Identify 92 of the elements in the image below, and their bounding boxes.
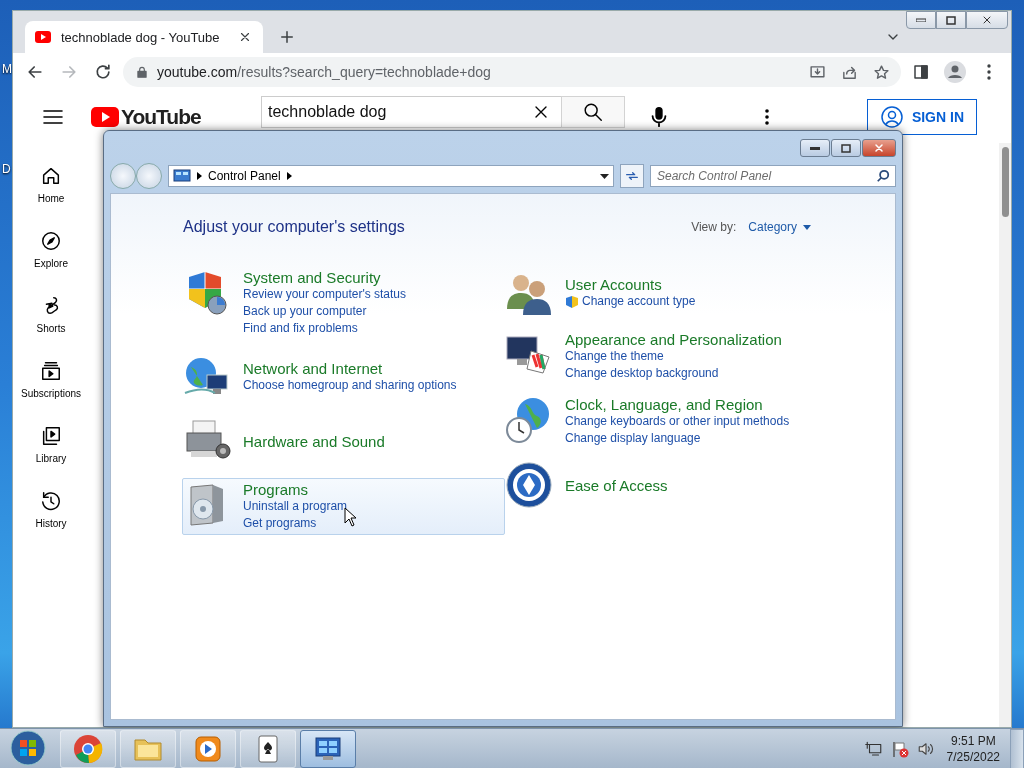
search-field[interactable]: technoblade dog: [261, 96, 625, 128]
more-icon: [765, 109, 769, 125]
history-icon: [40, 490, 62, 512]
category-highlight[interactable]: Programs Uninstall a program Get programs: [182, 478, 505, 535]
breadcrumb-arrow-icon: [286, 172, 292, 180]
maximize-button[interactable]: [936, 11, 966, 29]
close-icon: [981, 14, 993, 26]
sidebar-item[interactable]: Home: [15, 165, 87, 204]
youtube-favicon-icon: [35, 31, 51, 43]
compass-icon: [40, 230, 62, 252]
address-bar[interactable]: youtube.com/results?search_query=technoblade+dog: [123, 57, 901, 87]
refresh-button[interactable]: [620, 164, 644, 188]
media-player-icon: [193, 733, 223, 764]
control-panel-icon: [173, 169, 191, 183]
sidebar-item[interactable]: Library: [15, 425, 87, 464]
task-link[interactable]: Back up your computer: [243, 303, 407, 320]
minimize-icon: [810, 146, 820, 150]
desktop-icon-label: D: [2, 162, 11, 176]
uac-shield-icon: [565, 294, 579, 309]
account-icon: [879, 105, 904, 129]
category-link[interactable]: Appearance and Personalization: [565, 331, 782, 348]
clock[interactable]: 9:51 PM 7/25/2022: [946, 732, 1000, 765]
task-link[interactable]: Change display language: [565, 430, 790, 447]
scrollbar[interactable]: [999, 143, 1011, 727]
flag-error-icon: [890, 739, 909, 758]
category-link[interactable]: System and Security: [243, 269, 407, 286]
task-link[interactable]: Choose homegroup and sharing options: [243, 377, 457, 394]
maximize-button[interactable]: [831, 139, 861, 157]
address-bar[interactable]: Control Panel: [168, 165, 614, 187]
accessibility-icon: [505, 461, 553, 509]
close-icon: [873, 142, 885, 154]
tab-title: technoblade dog - YouTube: [61, 29, 221, 45]
side-panel-icon: [912, 63, 930, 81]
more-icon: [987, 64, 991, 80]
task-link[interactable]: Change account type: [565, 293, 696, 310]
category-link[interactable]: Clock, Language, and Region: [565, 396, 790, 413]
subscriptions-icon: [40, 360, 62, 382]
close-button[interactable]: [862, 139, 896, 157]
search-query: technoblade dog: [268, 103, 388, 121]
dropdown-arrow-icon: [803, 224, 811, 230]
start-button[interactable]: [8, 728, 48, 768]
chrome-icon: [73, 733, 103, 764]
close-button[interactable]: [966, 11, 1008, 29]
youtube-logo-icon: [91, 107, 119, 127]
lock-icon: [135, 65, 149, 79]
star-icon: [872, 63, 890, 81]
page-heading: Adjust your computer's settings: [183, 218, 406, 236]
category-link[interactable]: User Accounts: [565, 276, 696, 293]
home-icon: [40, 165, 62, 187]
network-icon: [864, 739, 883, 758]
task-link[interactable]: Review your computer's status: [243, 286, 407, 303]
view-by-dropdown[interactable]: Category: [748, 220, 811, 234]
close-icon: [238, 30, 252, 44]
minimize-icon: [916, 18, 926, 22]
library-icon: [40, 425, 62, 447]
plus-icon: [278, 28, 296, 46]
search-field[interactable]: Search Control Panel: [650, 165, 896, 187]
restore-icon: [946, 15, 956, 25]
sidebar-item[interactable]: History: [15, 490, 87, 529]
scroll-thumb[interactable]: [1001, 147, 1009, 217]
task-link[interactable]: Change the theme: [565, 348, 782, 365]
dropdown-arrow-icon: [600, 173, 609, 179]
search-icon: [582, 101, 604, 123]
search-button[interactable]: [561, 96, 625, 128]
breadcrumb-arrow-icon: [197, 172, 202, 180]
sidebar-item[interactable]: Shorts: [15, 295, 87, 334]
category-link[interactable]: Hardware and Sound: [243, 432, 385, 450]
category-link[interactable]: Programs: [243, 481, 348, 498]
maximize-icon: [841, 143, 851, 153]
category-link[interactable]: Ease of Access: [565, 476, 668, 494]
windows-orb-icon: [9, 728, 47, 767]
sign-in-button[interactable]: SIGN IN: [866, 99, 977, 135]
task-link[interactable]: Change desktop background: [565, 365, 782, 382]
profile-button[interactable]: [941, 58, 969, 86]
sidebar-item[interactable]: Subscriptions: [15, 360, 87, 399]
category-link[interactable]: Network and Internet: [243, 360, 457, 377]
search-icon: [876, 169, 890, 183]
taskbar-button[interactable]: [300, 729, 356, 768]
youtube-logo[interactable]: YouTube: [121, 105, 201, 129]
url-text: youtube.com/results?search_query=technoblade+dog: [157, 64, 492, 80]
task-link[interactable]: Get programs: [243, 515, 348, 532]
task-link[interactable]: Change keyboards or other input methods: [565, 413, 790, 430]
sidebar-item[interactable]: Explore: [15, 230, 87, 269]
task-link[interactable]: Find and fix problems: [243, 320, 407, 337]
reload-icon: [93, 62, 113, 82]
avatar-icon: [944, 61, 966, 83]
task-link[interactable]: Uninstall a program: [243, 498, 348, 515]
breadcrumb-item[interactable]: Control Panel: [208, 169, 281, 183]
desktop-icon-label: M: [2, 62, 12, 76]
view-by-label: View by:: [691, 220, 737, 234]
browser-tab[interactable]: technoblade dog - YouTube: [25, 21, 263, 53]
minimize-button[interactable]: [800, 139, 830, 157]
